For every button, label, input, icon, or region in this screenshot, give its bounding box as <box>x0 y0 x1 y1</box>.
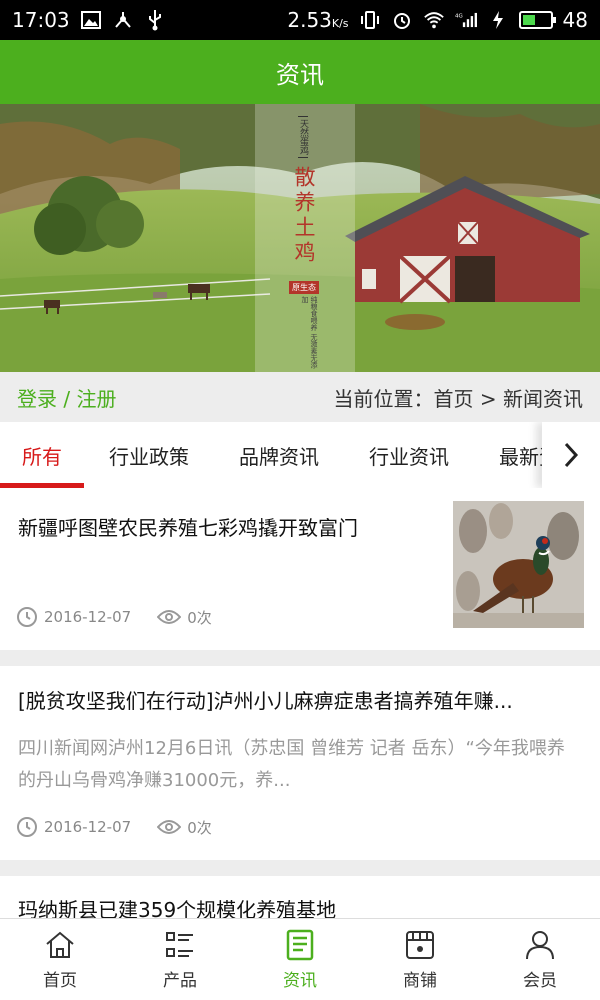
article-meta: 2016-12-07 0次 <box>16 606 212 628</box>
status-bar: 17:03 2.53K/s 4G 48 <box>0 0 600 40</box>
usb-icon <box>144 9 166 31</box>
login-register-link[interactable]: 登录 / 注册 <box>17 383 116 412</box>
nav-news[interactable]: 资讯 <box>240 919 360 1000</box>
tab-brand-news[interactable]: 品牌资讯 <box>214 422 344 488</box>
clock-icon <box>17 817 37 837</box>
battery-fill <box>522 15 536 25</box>
poster-small-text: 纯粮食喂养 无激素无添加 <box>301 296 318 369</box>
article-date: 2016-12-07 <box>44 818 132 836</box>
alarm-icon <box>391 9 413 31</box>
list-icon <box>166 932 193 957</box>
nav-home[interactable]: 首页 <box>0 919 120 1000</box>
clock: 17:03 <box>12 8 70 32</box>
eye-icon <box>157 610 182 624</box>
network-type: 4G <box>455 14 463 20</box>
network-speed: 2.53K/s <box>287 8 348 32</box>
category-tabs: 所有 行业政策 品牌资讯 行业资讯 最新资讯 <box>0 422 600 488</box>
tab-all[interactable]: 所有 <box>0 422 84 488</box>
app-header: 资讯 <box>0 40 600 104</box>
nav-label: 产品 <box>163 971 197 991</box>
image-icon <box>80 9 102 31</box>
eye-icon <box>157 820 182 834</box>
tabs-scroll-right-button[interactable] <box>542 422 600 488</box>
network-speed-unit: K/s <box>331 17 349 30</box>
nav-label: 资讯 <box>283 971 317 991</box>
nav-label: 商铺 <box>403 971 437 991</box>
bottom-nav: 首页 产品 资讯 商铺 会员 <box>0 918 600 1000</box>
usb-hub-icon <box>112 9 134 31</box>
poster-tag: 天然蛋鸡 <box>298 116 308 158</box>
charging-icon <box>487 9 509 31</box>
article-title: [脱贫攻坚我们在行动]泸州小儿麻痹症患者搞养殖年赚... <box>18 689 513 713</box>
poster-badge: 原生态 <box>289 281 319 294</box>
nav-products[interactable]: 产品 <box>120 919 240 1000</box>
banner-image[interactable]: 天然蛋鸡 散养土鸡 原生态 纯粮食喂养 无激素无添加 <box>0 104 600 372</box>
nav-label: 首页 <box>43 971 77 991</box>
breadcrumb: 当前位置：首页 > 新闻资讯 <box>333 386 583 411</box>
location-bar: 登录 / 注册 当前位置：首页 > 新闻资讯 <box>0 372 600 422</box>
tab-industry-news[interactable]: 行业资讯 <box>344 422 474 488</box>
nav-shops[interactable]: 商铺 <box>360 919 480 1000</box>
signal-icon: 4G <box>455 9 477 31</box>
wifi-icon <box>423 9 445 31</box>
chevron-right-icon <box>564 442 579 468</box>
status-right: 2.53K/s 4G 48 <box>287 8 588 32</box>
article-card[interactable]: [脱贫攻坚我们在行动]泸州小儿麻痹症患者搞养殖年赚... 四川新闻网泸州12月6… <box>0 666 600 860</box>
article-summary: 四川新闻网泸州12月6日讯（苏忠国 曾维芳 记者 岳东）“今年我喂养的丹山乌骨鸡… <box>18 738 565 791</box>
tab-strip: 所有 行业政策 品牌资讯 行业资讯 最新资讯 <box>0 422 600 488</box>
nav-label: 会员 <box>523 971 557 991</box>
news-icon <box>286 929 314 961</box>
vibrate-icon <box>359 9 381 31</box>
battery-level: 48 <box>562 8 588 32</box>
status-left: 17:03 <box>12 8 166 32</box>
article-thumbnail <box>453 501 584 628</box>
user-icon <box>526 931 554 960</box>
clock-icon <box>17 607 37 627</box>
home-icon <box>46 931 74 958</box>
network-speed-value: 2.53 <box>287 8 332 32</box>
tab-industry-policy[interactable]: 行业政策 <box>84 422 214 488</box>
article-views: 0次 <box>187 608 212 627</box>
poster-title: 散养土鸡 <box>292 166 316 266</box>
pheasant-photo <box>453 501 584 628</box>
page-title: 资讯 <box>276 60 324 89</box>
article-title: 新疆呼图壁农民养殖七彩鸡撬开致富门 <box>18 516 358 540</box>
battery-icon <box>518 11 556 29</box>
shop-icon <box>406 931 434 959</box>
article-meta: 2016-12-07 0次 <box>16 816 212 838</box>
nav-member[interactable]: 会员 <box>480 919 600 1000</box>
article-views: 0次 <box>187 818 212 837</box>
article-card[interactable]: 新疆呼图壁农民养殖七彩鸡撬开致富门 2016-12-07 0次 <box>0 488 600 650</box>
article-date: 2016-12-07 <box>44 608 132 626</box>
